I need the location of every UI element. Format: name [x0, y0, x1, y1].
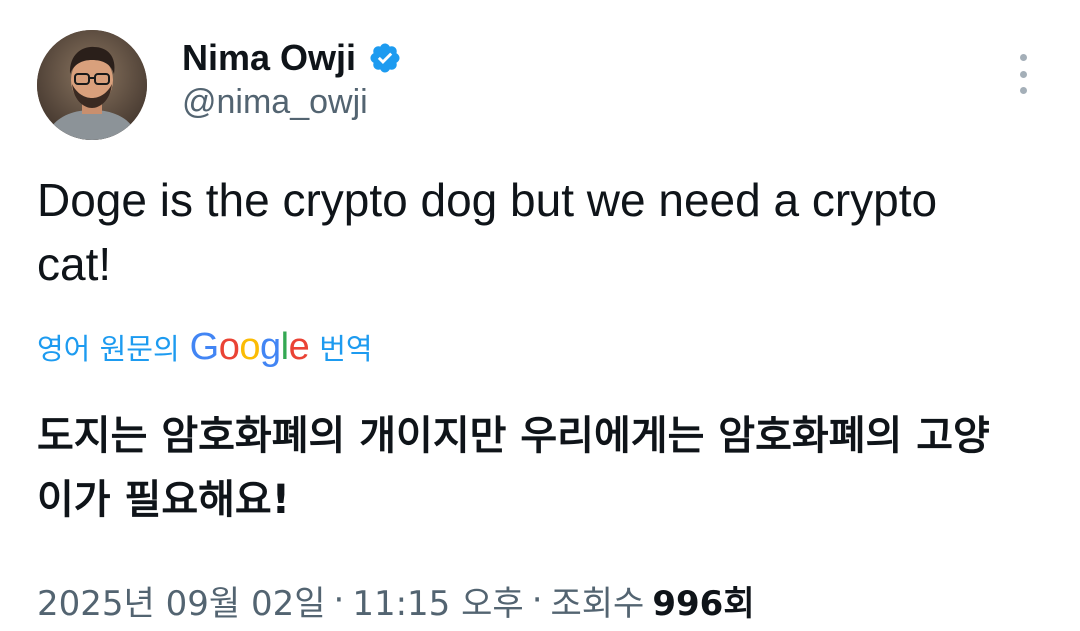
more-options-button[interactable] [1008, 54, 1038, 94]
more-dot [1019, 70, 1027, 78]
translation-suffix: 번역 [319, 332, 373, 366]
author-avatar[interactable] [37, 30, 147, 140]
translated-text: 도지는 암호화폐의 개이지만 우리에게는 암호화폐의 고양이가 필요해요! [37, 413, 990, 523]
views-label: 조회수 [550, 583, 645, 624]
tweet-meta: 2025년 09월 02일 · 11:15 오후 · 조회수 996회 [37, 574, 755, 626]
google-logo: Google [189, 325, 310, 368]
tweet-time[interactable]: 11:15 오후 [352, 576, 523, 625]
translation-attribution[interactable]: 영어 원문의 Google 번역 [37, 324, 373, 370]
translation-prefix: 영어 원문의 [37, 332, 180, 366]
more-dot [1019, 87, 1027, 94]
meta-separator: · [531, 580, 543, 620]
author-handle[interactable]: @nima_owji [182, 83, 368, 122]
views-count: 996회 [652, 583, 755, 624]
tweet-text: Doge is the crypto dog but we need a cry… [37, 174, 938, 290]
verified-badge-icon[interactable] [368, 41, 402, 75]
meta-separator: · [333, 580, 345, 620]
tweet-date[interactable]: 2025년 09월 02일 [37, 576, 326, 625]
more-vertical-icon [1019, 54, 1027, 61]
author-name[interactable]: Nima Owji [182, 37, 356, 79]
author-name-row: Nima Owji [182, 36, 402, 80]
